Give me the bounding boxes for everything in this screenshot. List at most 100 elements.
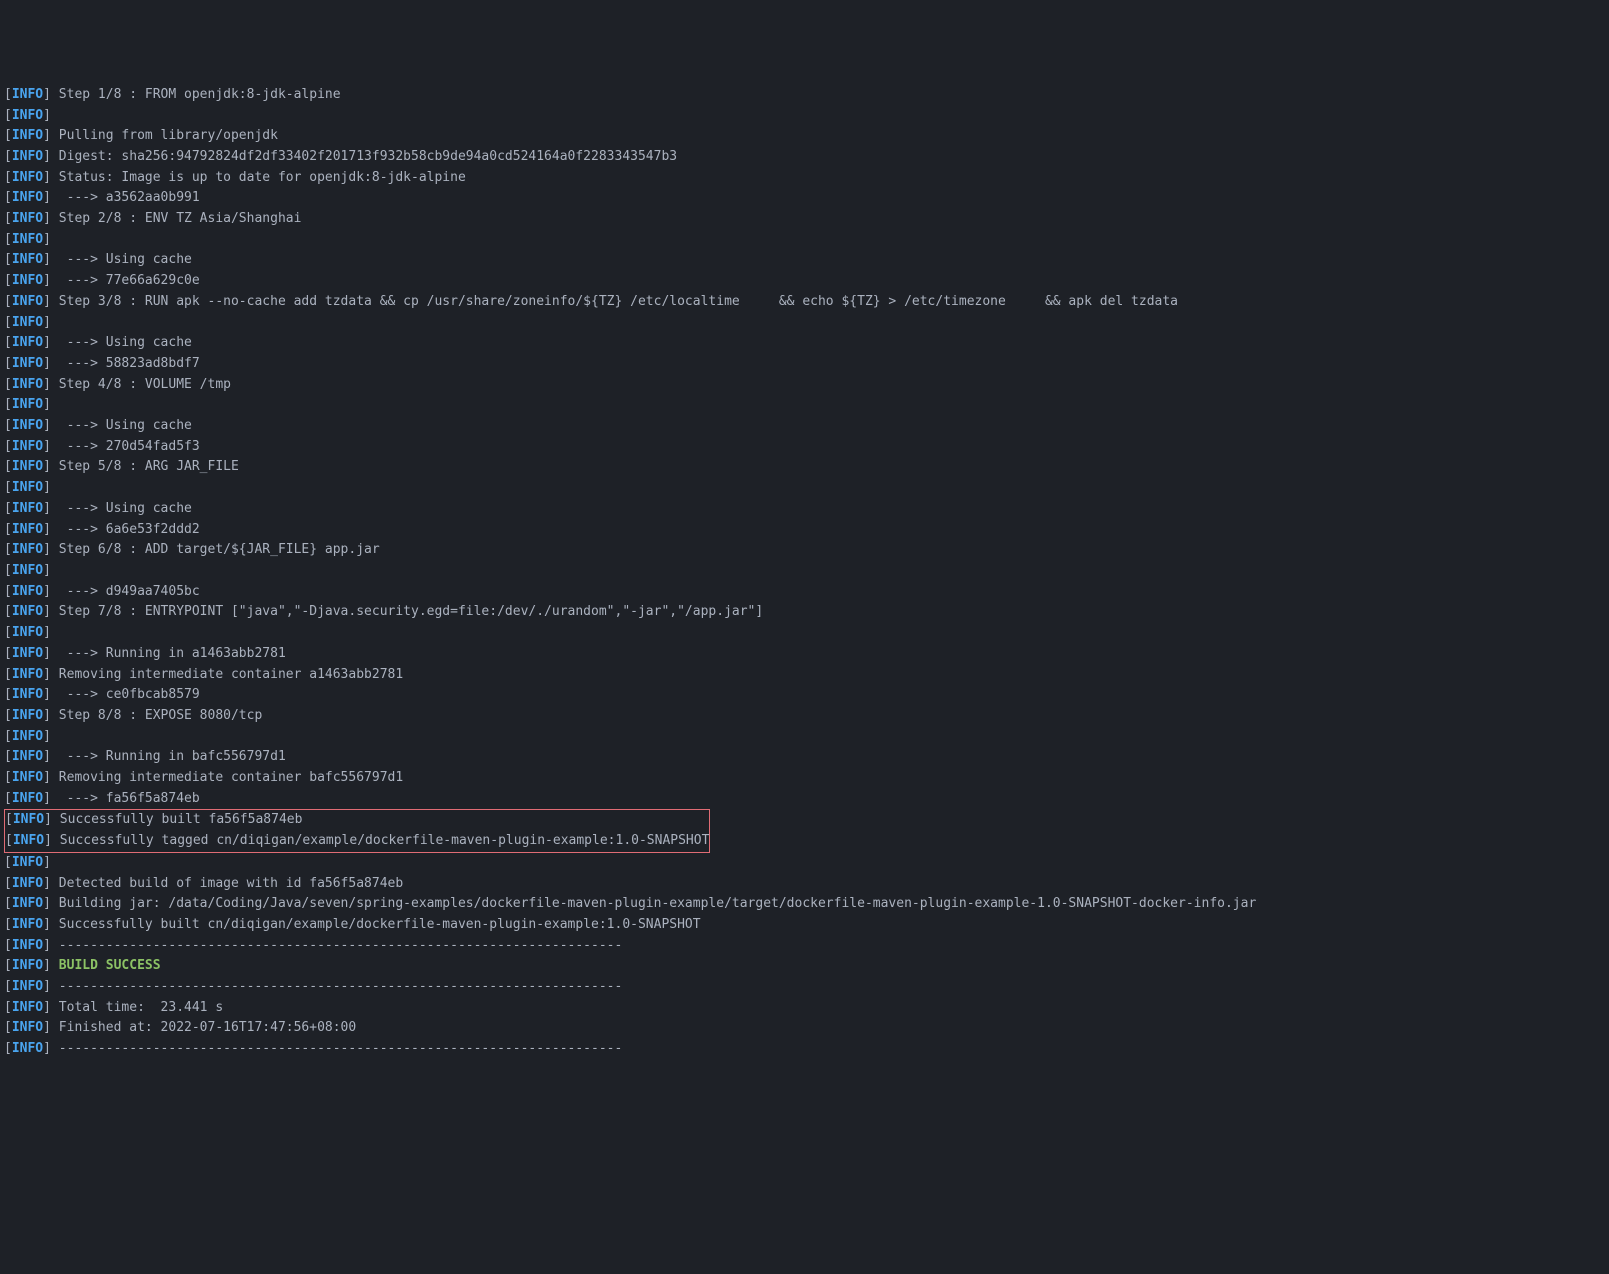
log-line: [INFO] ---> 6a6e53f2ddd2 <box>4 520 1605 541</box>
log-line: [INFO] Successfully built fa56f5a874eb <box>5 810 709 831</box>
log-message: Step 2/8 : ENV TZ Asia/Shanghai <box>59 211 302 226</box>
log-level: INFO <box>12 232 43 247</box>
log-message: Step 7/8 : ENTRYPOINT ["java","-Djava.se… <box>59 604 763 619</box>
bracket-open: [ <box>4 542 12 557</box>
log-level: INFO <box>12 211 43 226</box>
log-level: INFO <box>13 812 44 827</box>
log-line: [INFO] ---> fa56f5a874eb <box>4 789 1605 810</box>
log-level: INFO <box>12 791 43 806</box>
log-line: [INFO] Step 6/8 : ADD target/${JAR_FILE}… <box>4 540 1605 561</box>
log-line: [INFO] Finished at: 2022-07-16T17:47:56+… <box>4 1018 1605 1039</box>
log-message: ---> d949aa7405bc <box>59 584 200 599</box>
log-line: [INFO] Step 2/8 : ENV TZ Asia/Shanghai <box>4 209 1605 230</box>
bracket-close: ] <box>43 335 59 350</box>
bracket-open: [ <box>4 604 12 619</box>
log-level: INFO <box>12 190 43 205</box>
bracket-close: ] <box>44 833 60 848</box>
log-message: Step 4/8 : VOLUME /tmp <box>59 377 231 392</box>
bracket-close: ] <box>43 211 59 226</box>
log-level: INFO <box>12 563 43 578</box>
bracket-close: ] <box>43 708 59 723</box>
log-line: [INFO] ---> ce0fbcab8579 <box>4 685 1605 706</box>
bracket-close: ] <box>43 896 59 911</box>
log-line: [INFO] Pulling from library/openjdk <box>4 126 1605 147</box>
bracket-open: [ <box>4 687 12 702</box>
log-line: [INFO] Step 8/8 : EXPOSE 8080/tcp <box>4 706 1605 727</box>
log-line: [INFO] Building jar: /data/Coding/Java/s… <box>4 894 1605 915</box>
log-level: INFO <box>12 522 43 537</box>
log-level: INFO <box>12 584 43 599</box>
log-output: [INFO] Step 1/8 : FROM openjdk:8-jdk-alp… <box>4 85 1605 1060</box>
log-level: INFO <box>12 749 43 764</box>
bracket-open: [ <box>4 87 12 102</box>
log-line: [INFO] Total time: 23.441 s <box>4 998 1605 1019</box>
build-success-label: BUILD SUCCESS <box>59 958 161 973</box>
log-level: INFO <box>12 770 43 785</box>
bracket-open: [ <box>4 876 12 891</box>
bracket-close: ] <box>43 1041 59 1056</box>
log-line: [INFO] ---> 77e66a629c0e <box>4 271 1605 292</box>
log-level: INFO <box>12 252 43 267</box>
bracket-open: [ <box>4 501 12 516</box>
log-level: INFO <box>12 876 43 891</box>
bracket-close: ] <box>43 791 59 806</box>
log-level: INFO <box>12 708 43 723</box>
log-level: INFO <box>12 128 43 143</box>
bracket-close: ] <box>43 294 59 309</box>
log-message: ---> 6a6e53f2ddd2 <box>59 522 200 537</box>
log-line: [INFO] ---------------------------------… <box>4 936 1605 957</box>
bracket-close: ] <box>43 604 59 619</box>
log-line: [INFO] ---> Using cache <box>4 416 1605 437</box>
bracket-close: ] <box>43 1000 59 1015</box>
bracket-open: [ <box>4 170 12 185</box>
bracket-close: ] <box>43 625 59 640</box>
bracket-open: [ <box>5 812 13 827</box>
log-message: ---> ce0fbcab8579 <box>59 687 200 702</box>
bracket-open: [ <box>4 729 12 744</box>
log-line: [INFO] Step 3/8 : RUN apk --no-cache add… <box>4 292 1605 313</box>
bracket-open: [ <box>4 108 12 123</box>
bracket-open: [ <box>4 563 12 578</box>
log-line: [INFO] <box>4 561 1605 582</box>
log-line: [INFO] ---------------------------------… <box>4 1039 1605 1060</box>
bracket-close: ] <box>43 917 59 932</box>
log-level: INFO <box>12 335 43 350</box>
log-message: Pulling from library/openjdk <box>59 128 278 143</box>
log-level: INFO <box>12 938 43 953</box>
log-message: ---> 77e66a629c0e <box>59 273 200 288</box>
bracket-open: [ <box>4 273 12 288</box>
log-message: Step 3/8 : RUN apk --no-cache add tzdata… <box>59 294 1178 309</box>
log-line: [INFO] BUILD SUCCESS <box>4 956 1605 977</box>
log-level: INFO <box>12 418 43 433</box>
log-line: [INFO] Step 1/8 : FROM openjdk:8-jdk-alp… <box>4 85 1605 106</box>
bracket-open: [ <box>4 252 12 267</box>
log-line: [INFO] <box>4 395 1605 416</box>
log-level: INFO <box>12 273 43 288</box>
bracket-close: ] <box>43 501 59 516</box>
log-message: ---> Running in bafc556797d1 <box>59 749 286 764</box>
log-level: INFO <box>12 958 43 973</box>
log-message: ---> a3562aa0b991 <box>59 190 200 205</box>
bracket-open: [ <box>4 190 12 205</box>
log-line: [INFO] ---> 58823ad8bdf7 <box>4 354 1605 375</box>
log-level: INFO <box>12 1020 43 1035</box>
bracket-close: ] <box>43 876 59 891</box>
bracket-open: [ <box>4 791 12 806</box>
log-message: Status: Image is up to date for openjdk:… <box>59 170 466 185</box>
bracket-open: [ <box>4 667 12 682</box>
bracket-close: ] <box>43 1020 59 1035</box>
log-line: [INFO] Successfully built cn/diqigan/exa… <box>4 915 1605 936</box>
log-message: Finished at: 2022-07-16T17:47:56+08:00 <box>59 1020 356 1035</box>
bracket-close: ] <box>43 87 59 102</box>
bracket-open: [ <box>4 917 12 932</box>
log-message: Digest: sha256:94792824df2df33402f201713… <box>59 149 677 164</box>
bracket-open: [ <box>4 749 12 764</box>
log-message: Successfully tagged cn/diqigan/example/d… <box>60 833 710 848</box>
log-message: ---> Using cache <box>59 335 192 350</box>
log-message: ---> Using cache <box>59 501 192 516</box>
bracket-close: ] <box>43 770 59 785</box>
bracket-open: [ <box>4 335 12 350</box>
bracket-open: [ <box>4 294 12 309</box>
log-level: INFO <box>12 729 43 744</box>
log-line: [INFO] <box>4 853 1605 874</box>
